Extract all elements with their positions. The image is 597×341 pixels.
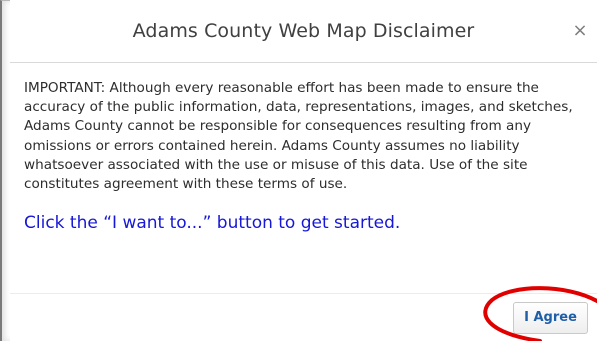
agree-button[interactable]: I Agree — [513, 302, 588, 334]
disclaimer-dialog: Adams County Web Map Disclaimer × IMPORT… — [10, 0, 597, 341]
close-icon[interactable]: × — [569, 20, 591, 42]
disclaimer-text: IMPORTANT: Although every reasonable eff… — [24, 80, 573, 193]
dialog-body: IMPORTANT: Although every reasonable eff… — [24, 79, 589, 234]
dialog-title: Adams County Web Map Disclaimer — [132, 20, 475, 42]
footer-divider — [10, 293, 597, 294]
dialog-header: Adams County Web Map Disclaimer × — [10, 0, 597, 63]
get-started-instruction: Click the “I want to...” button to get s… — [24, 213, 401, 234]
